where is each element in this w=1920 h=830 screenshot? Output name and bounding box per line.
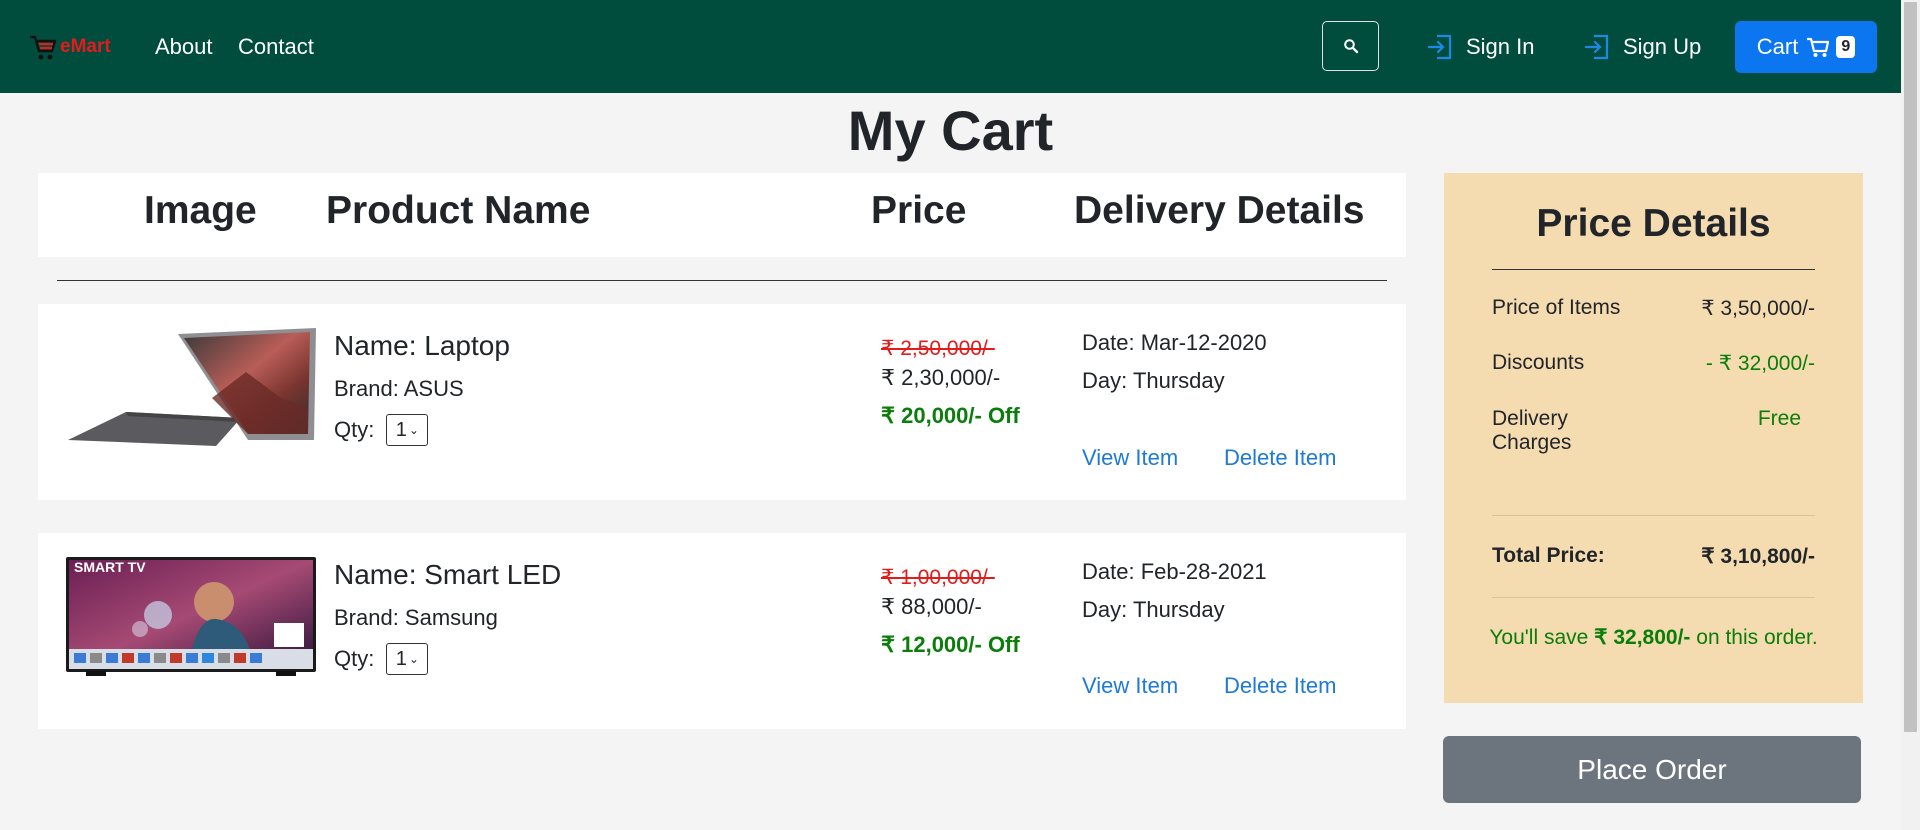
product-name: Name: Smart LED bbox=[334, 559, 562, 590]
cart-item-smart-led: SMART TV Name: Smart LED Brand: Samsung … bbox=[38, 533, 1406, 729]
qty-label: Qty: bbox=[334, 646, 375, 671]
current-price: ₹ 88,000/- bbox=[881, 594, 982, 619]
delete-item-link[interactable]: Delete Item bbox=[1224, 445, 1337, 471]
cart-icon bbox=[1807, 37, 1830, 57]
brand-logo[interactable]: eMart bbox=[28, 32, 111, 62]
qty-label: Qty: bbox=[334, 417, 375, 442]
qty-value: 1 bbox=[395, 418, 407, 441]
column-header-product-name: Product Name bbox=[326, 189, 591, 232]
cart-item-laptop: Name: Laptop Brand: ASUS Qty: 1 ⌄ ₹ 2,50… bbox=[38, 304, 1406, 500]
search-icon bbox=[1343, 39, 1358, 54]
delivery-day: Day: Thursday bbox=[1082, 597, 1225, 622]
delivery-date: Date: Mar-12-2020 bbox=[1082, 330, 1267, 355]
cart-button[interactable]: Cart 9 bbox=[1735, 21, 1877, 73]
sign-up-icon bbox=[1585, 34, 1609, 60]
savings-suffix: on this order. bbox=[1696, 626, 1818, 649]
delivery-charges-label: Delivery Charges bbox=[1492, 407, 1571, 455]
qty-value: 1 bbox=[395, 647, 407, 670]
quantity-group: Qty: 1 ⌄ bbox=[334, 414, 429, 446]
discounts-row: Discounts - ₹ 32,000/- bbox=[1492, 351, 1815, 381]
brand-name: eMart bbox=[60, 36, 111, 57]
current-price: ₹ 2,30,000/- bbox=[881, 365, 1001, 390]
chevron-down-icon: ⌄ bbox=[408, 423, 419, 437]
discounts-label: Discounts bbox=[1492, 351, 1585, 374]
column-header-delivery: Delivery Details bbox=[1074, 189, 1365, 232]
subtotal-divider bbox=[1492, 515, 1815, 516]
search-button[interactable] bbox=[1322, 21, 1379, 71]
smart-tv-label: SMART TV bbox=[74, 559, 146, 575]
delivery-charges-row: Delivery Charges Free bbox=[1492, 407, 1815, 473]
chevron-down-icon: ⌄ bbox=[408, 652, 419, 666]
product-name: Name: Laptop bbox=[334, 330, 510, 361]
cart-count-badge: 9 bbox=[1836, 36, 1856, 58]
discounts-value: - ₹ 32,000/- bbox=[1705, 352, 1815, 375]
delivery-charges-value: Free bbox=[1757, 407, 1801, 430]
price-of-items-row: Price of Items ₹ 3,50,000/- bbox=[1492, 296, 1815, 326]
savings-note: You'll save ₹ 32,800/- on this order. bbox=[1444, 625, 1863, 650]
price-details-title: Price Details bbox=[1536, 202, 1771, 245]
price-of-items-value: ₹ 3,50,000/- bbox=[1701, 297, 1815, 320]
savings-amount: ₹ 32,800/- bbox=[1594, 626, 1691, 649]
quantity-select[interactable]: 1 ⌄ bbox=[386, 643, 429, 675]
delivery-charges-label-line1: Delivery bbox=[1492, 407, 1568, 430]
product-brand: Brand: Samsung bbox=[334, 605, 498, 630]
view-item-link[interactable]: View Item bbox=[1082, 445, 1178, 471]
price-details-divider bbox=[1492, 269, 1815, 270]
quantity-select[interactable]: 1 ⌄ bbox=[386, 414, 429, 446]
original-price: ₹ 1,00,000/- bbox=[881, 566, 995, 589]
shopping-cart-icon bbox=[30, 35, 57, 60]
sign-up-label: Sign Up bbox=[1623, 34, 1702, 59]
nav-link-contact[interactable]: Contact bbox=[238, 34, 314, 60]
delivery-day: Day: Thursday bbox=[1082, 368, 1225, 393]
price-details-panel: Price Details Price of Items ₹ 3,50,000/… bbox=[1444, 173, 1863, 703]
delete-item-link[interactable]: Delete Item bbox=[1224, 673, 1337, 699]
header-divider bbox=[57, 280, 1387, 281]
quantity-group: Qty: 1 ⌄ bbox=[334, 643, 429, 675]
sign-in-label: Sign In bbox=[1466, 34, 1535, 59]
discount-off: ₹ 12,000/- Off bbox=[881, 632, 1020, 657]
discount-off: ₹ 20,000/- Off bbox=[881, 403, 1020, 428]
laptop-icon bbox=[68, 328, 316, 446]
nav-link-about[interactable]: About bbox=[155, 34, 213, 60]
column-header-price: Price bbox=[871, 189, 967, 232]
total-price-value: ₹ 3,10,800/- bbox=[1701, 545, 1815, 568]
cart-label: Cart bbox=[1756, 34, 1799, 59]
navbar: eMart About Contact Sign In Sign Up Cart… bbox=[0, 0, 1901, 93]
scrollbar-thumb[interactable] bbox=[1904, 2, 1917, 732]
total-divider bbox=[1492, 597, 1815, 598]
page-scrollbar[interactable] bbox=[1901, 0, 1920, 830]
page-title: My Cart bbox=[847, 99, 1054, 162]
sign-in-icon bbox=[1428, 34, 1452, 60]
place-order-button[interactable]: Place Order bbox=[1443, 736, 1861, 803]
savings-prefix: You'll save bbox=[1489, 626, 1589, 649]
original-price: ₹ 2,50,000/- bbox=[881, 337, 995, 360]
sign-in-link[interactable]: Sign In bbox=[1428, 33, 1535, 61]
price-of-items-label: Price of Items bbox=[1492, 296, 1621, 319]
column-header-image: Image bbox=[144, 189, 257, 232]
total-price-label: Total Price: bbox=[1492, 544, 1605, 567]
delivery-date: Date: Feb-28-2021 bbox=[1082, 559, 1267, 584]
sign-up-link[interactable]: Sign Up bbox=[1585, 33, 1701, 61]
product-brand: Brand: ASUS bbox=[334, 376, 464, 401]
total-price-row: Total Price: ₹ 3,10,800/- bbox=[1492, 544, 1815, 574]
view-item-link[interactable]: View Item bbox=[1082, 673, 1178, 699]
smart-tv-icon: SMART TV bbox=[66, 557, 316, 676]
delivery-charges-label-line2: Charges bbox=[1492, 431, 1572, 454]
